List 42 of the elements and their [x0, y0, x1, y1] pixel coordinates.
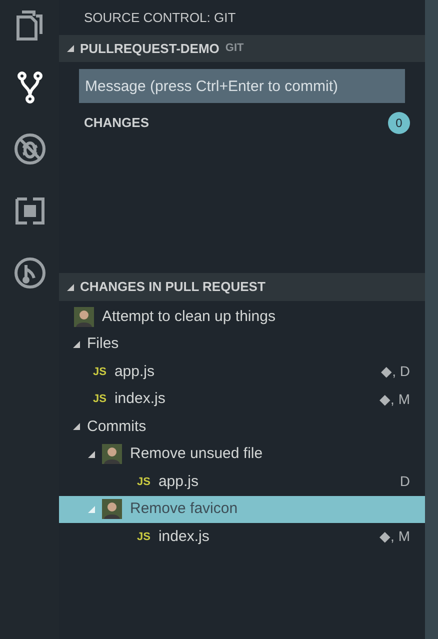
section-header[interactable]: CHANGES IN PULL REQUEST [59, 273, 425, 301]
tree-row[interactable]: JS app.js D [59, 468, 425, 496]
folder-label: Files [87, 334, 119, 354]
collapse-icon[interactable] [67, 284, 74, 290]
collapse-icon[interactable] [67, 45, 74, 52]
tree-row[interactable]: Commits [59, 413, 425, 440]
tree-row[interactable]: Remove favicon [59, 496, 425, 523]
file-status: ◆, M [380, 527, 410, 546]
js-file-icon: JS [137, 474, 150, 490]
avatar-icon [74, 306, 94, 327]
tree-row[interactable]: Attempt to clean up things [59, 303, 425, 330]
changes-label: CHANGES [84, 114, 150, 132]
branch-circle-icon[interactable] [12, 256, 46, 290]
count-badge: 0 [388, 112, 410, 134]
tree-row[interactable]: JS index.js ◆, M [59, 523, 425, 550]
file-name: app.js [114, 362, 154, 382]
commit-message: Remove unsued file [130, 444, 263, 464]
repo-provider: GIT [225, 41, 244, 56]
js-file-icon: JS [93, 364, 106, 380]
commit-message-field[interactable]: Message (press Ctrl+Enter to commit) [79, 69, 405, 103]
commit-message: Attempt to clean up things [102, 306, 276, 326]
file-status: ◆, M [380, 390, 410, 409]
file-name: app.js [158, 472, 198, 492]
avatar-icon [102, 499, 122, 520]
no-bug-icon[interactable] [12, 132, 46, 166]
commit-message: Remove favicon [130, 499, 238, 519]
folder-label: Commits [87, 416, 146, 436]
file-name: index.js [158, 526, 210, 546]
js-file-icon: JS [93, 391, 106, 408]
tree-row[interactable]: JS app.js ◆, D [59, 358, 425, 386]
section-title: CHANGES IN PULL REQUEST [80, 278, 266, 296]
file-status: D [400, 472, 410, 492]
file-status: ◆, D [381, 362, 410, 382]
avatar-icon [102, 444, 122, 464]
repo-name: PULLREQUEST-DEMO [80, 40, 220, 58]
panel-title: SOURCE CONTROL: GIT [83, 8, 237, 27]
tree-row[interactable]: JS index.js ◆, M [59, 386, 425, 413]
tree-row[interactable]: Remove unsued file [59, 440, 425, 468]
repo-header[interactable]: PULLREQUEST-DEMO GIT [59, 35, 425, 62]
js-file-icon: JS [137, 528, 150, 545]
file-name: index.js [114, 389, 166, 409]
tree-row[interactable]: Files [59, 330, 425, 358]
